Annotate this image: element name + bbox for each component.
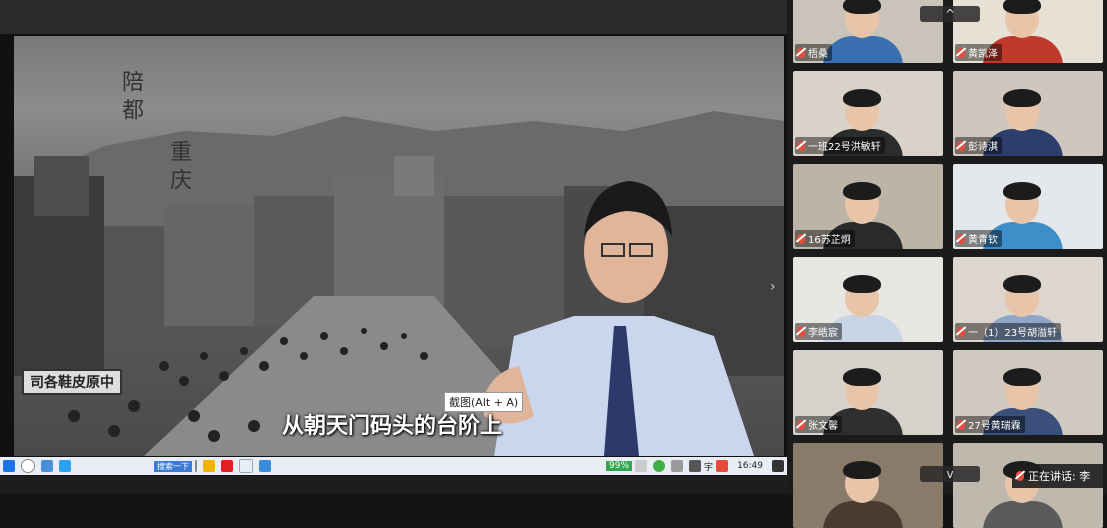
participant-name-tag: 16苏芷炯 <box>795 230 855 247</box>
participant-tile[interactable]: 一（1）23号胡溢轩 <box>953 257 1103 342</box>
chevron-up-icon[interactable] <box>635 460 648 472</box>
participant-name: 张文馨 <box>808 421 838 432</box>
participant-name-tag: 黄青钦 <box>955 230 1002 247</box>
collapse-down-button[interactable]: v <box>920 466 980 482</box>
participant-name: 一班22号洪敏轩 <box>808 142 881 153</box>
mic-muted-icon <box>797 419 805 430</box>
mic-muted-icon <box>957 326 965 337</box>
participant-hair <box>843 182 881 200</box>
participant-name-tag: 一班22号洪敏轩 <box>795 137 885 154</box>
participant-name-tag: 梧桑 <box>795 44 832 61</box>
participant-hair <box>843 275 881 293</box>
meeting-bottom-bar <box>0 476 787 494</box>
participant-hair <box>1003 368 1041 386</box>
shared-screen: 陪都 重庆 司各鞋皮原中 从朝天门码头的台阶上 截图(Alt + A) › S … <box>0 34 787 489</box>
app-icon[interactable] <box>203 460 215 472</box>
participant-tile[interactable]: 16苏芷炯 <box>793 164 943 249</box>
participant-hair <box>1003 0 1041 14</box>
participant-tile[interactable] <box>793 443 943 528</box>
mic-muted-icon <box>957 233 965 244</box>
volume-icon[interactable] <box>671 460 684 472</box>
network-icon[interactable] <box>689 460 702 472</box>
divider <box>195 460 197 472</box>
participant-name: 27号黄瑞霖 <box>968 421 1021 432</box>
participant-name: 黄青钦 <box>968 235 998 246</box>
participant-name-tag: 彭诗淇 <box>955 137 1002 154</box>
mic-muted-icon <box>797 47 805 58</box>
participant-name: 李皓宸 <box>808 328 838 339</box>
participant-tile[interactable]: 一班22号洪敏轩 <box>793 71 943 156</box>
participant-hair <box>1003 89 1041 107</box>
participant-hair <box>843 89 881 107</box>
sogou-tray-icon[interactable] <box>716 460 729 472</box>
caption-chongqing: 重庆 <box>166 140 191 196</box>
wps-icon[interactable] <box>221 460 233 472</box>
screenshot-tooltip: 截图(Alt + A) <box>444 392 524 412</box>
mic-muted-icon <box>797 326 805 337</box>
participant-name-tag: 黄凯泽 <box>955 44 1002 61</box>
mic-muted-icon <box>797 233 805 244</box>
chevron-right-icon[interactable]: › <box>770 279 784 297</box>
search-icon[interactable] <box>21 459 35 473</box>
clock[interactable]: 16:49 <box>737 461 763 471</box>
participant-body <box>823 36 903 63</box>
collapse-up-button[interactable]: ^ <box>920 6 980 22</box>
mic-muted-icon <box>957 419 965 430</box>
search-hint[interactable]: 搜索一下 <box>154 460 192 472</box>
participant-name: 一（1）23号胡溢轩 <box>968 328 1058 339</box>
mic-muted-icon <box>957 47 965 58</box>
mic-muted-icon <box>797 140 805 151</box>
video-subtitle: 从朝天门码头的台阶上 <box>282 414 503 439</box>
participant-hair <box>1003 182 1041 200</box>
browser-icon[interactable] <box>59 460 71 472</box>
notification-icon[interactable] <box>772 460 784 472</box>
participant-hair <box>843 461 881 479</box>
participant-name: 16苏芷炯 <box>808 235 851 246</box>
meeting-app-icon[interactable] <box>259 460 271 472</box>
participant-name-tag: 李皓宸 <box>795 323 842 340</box>
mic-muted-icon <box>957 140 965 151</box>
participant-tile[interactable]: 27号黄瑞霖 <box>953 350 1103 435</box>
participant-body <box>983 501 1063 528</box>
participant-name: 彭诗淇 <box>968 142 998 153</box>
participant-name: 黄凯泽 <box>968 49 998 60</box>
participant-name: 梧桑 <box>808 49 828 60</box>
browser2-icon[interactable] <box>239 459 253 473</box>
windows-start-icon[interactable] <box>3 460 15 472</box>
caption-peidu: 陪都 <box>118 70 143 126</box>
participant-tile[interactable]: 张文馨 <box>793 350 943 435</box>
participant-name-tag: 一（1）23号胡溢轩 <box>955 323 1062 340</box>
participant-name-tag: 张文馨 <box>795 416 842 433</box>
participant-tile[interactable]: 黄青钦 <box>953 164 1103 249</box>
status-icon[interactable] <box>653 460 666 472</box>
participant-grid: 梧桑 黄凯泽一班22号洪敏轩 彭诗淇 16苏芷炯 黄青钦李皓宸 一（1）23号胡溢轩张文馨… <box>787 0 1107 528</box>
speaking-indicator: 正在讲话: 李 <box>1012 464 1107 488</box>
mic-muted-icon <box>1016 471 1024 481</box>
ime-indicator[interactable]: 宇 <box>704 460 713 473</box>
shop-sign: 司各鞋皮原中 <box>22 369 122 395</box>
meeting-top-bar <box>0 0 787 34</box>
participant-hair <box>843 368 881 386</box>
video-frame: 陪都 重庆 司各鞋皮原中 从朝天门码头的台阶上 截图(Alt + A) <box>14 36 784 456</box>
participant-body <box>823 501 903 528</box>
participant-hair <box>1003 275 1041 293</box>
participant-hair <box>843 0 881 14</box>
speaking-label: 正在讲话: 李 <box>1028 470 1091 483</box>
task-view-icon[interactable] <box>41 460 53 472</box>
battery-percent: 99% <box>606 461 633 471</box>
windows-taskbar: 搜索一下 99% 宇 16:49 <box>0 457 787 475</box>
participant-name-tag: 27号黄瑞霖 <box>955 416 1025 433</box>
participant-tile[interactable]: 李皓宸 <box>793 257 943 342</box>
participant-tile[interactable]: 彭诗淇 <box>953 71 1103 156</box>
